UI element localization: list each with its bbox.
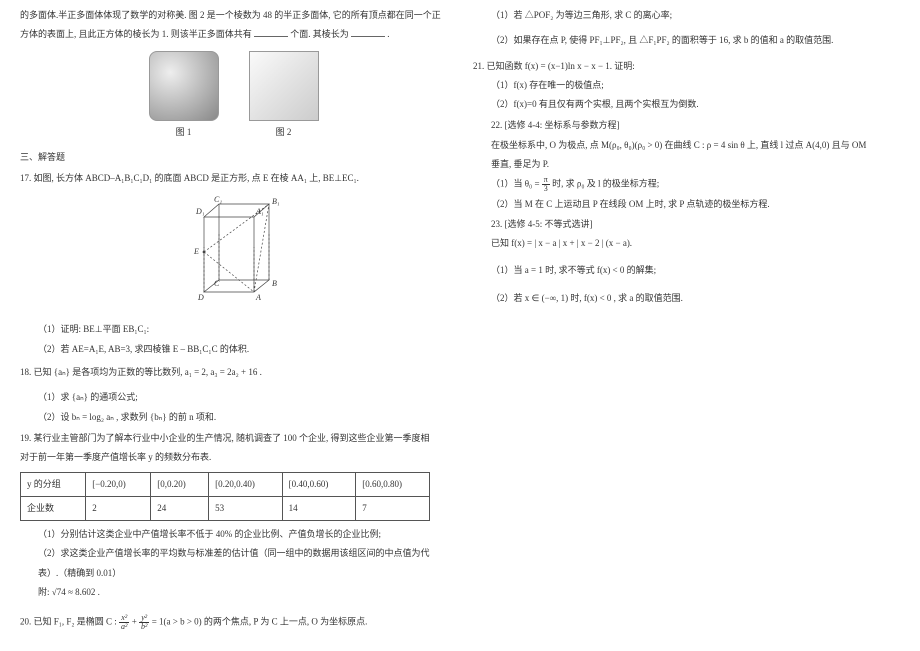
q22-title: 22. [选修 4-4: 坐标系与参数方程]: [473, 118, 900, 133]
blank-edge: [351, 27, 385, 37]
q23-stem: 已知 f(x) = | x − a | x + | x − 2 | (x − a…: [473, 236, 900, 251]
q19-stem-a: 19. 某行业主管部门为了解本行业中小企业的生产情况, 随机调查了 100 个企…: [20, 431, 447, 446]
q19-stem-b: 对于前一年第一季度产值增长率 y 的频数分布表.: [20, 450, 447, 465]
q20-frac1: x² a²: [119, 614, 129, 631]
section-3-title: 三、解答题: [20, 150, 447, 165]
figure-1-image: [149, 51, 219, 121]
svg-text:D₁: D₁: [195, 207, 205, 216]
th-c3: [0.20,0.40): [209, 472, 283, 496]
svg-text:B₁: B₁: [272, 197, 280, 206]
q19-part2b: 表）.（精确到 0.01）: [20, 566, 447, 581]
q21-stem: 21. 已知函数 f(x) = (x−1)ln x − x − 1. 证明:: [473, 59, 900, 74]
q22-frac: π 3: [542, 176, 550, 193]
q20-part2: （2）如果存在点 P, 使得 PF₁⊥PF₂, 且 △F₁PF₂ 的面积等于 1…: [473, 33, 900, 48]
blank-faces: [254, 27, 288, 37]
svg-text:A₁: A₁: [255, 207, 264, 216]
svg-text:E: E: [193, 247, 199, 256]
q22-stem-b: 在极坐标系中, O 为极点, 点 M(ρ₀, θ₀)(ρ₀ > 0) 在曲线 C…: [473, 138, 900, 153]
q20-tail: = 1(a > b > 0) 的两个焦点, P 为 C 上一点, O 为坐标原点…: [152, 617, 368, 627]
figure-1: 图 1: [149, 51, 219, 140]
q20-den2: b²: [139, 623, 149, 631]
svg-text:C: C: [214, 279, 220, 288]
q20-part1: （1）若 △POF₂ 为等边三角形, 求 C 的离心率;: [473, 8, 900, 23]
q20-plus: +: [132, 617, 139, 627]
figure-2-image: [249, 51, 319, 121]
q18-part1: （1）求 {aₙ} 的通项公式;: [20, 390, 447, 405]
q23-part1: （1）当 a = 1 时, 求不等式 f(x) < 0 的解集;: [473, 263, 900, 278]
th-c1: [−0.20,0): [86, 472, 151, 496]
td-label: 企业数: [21, 496, 86, 520]
frequency-table: y 的分组 [−0.20,0) [0,0.20) [0.20,0.40) [0.…: [20, 472, 430, 522]
q19-part2a: （2）求这类企业产值增长率的平均数与标准差的估计值（同一组中的数据用该组区间的中…: [20, 546, 447, 561]
td-c4: 14: [282, 496, 356, 520]
q17-part1: （1）证明: BE⊥平面 EB₁C₁:: [20, 322, 447, 337]
th-c2: [0,0.20): [151, 472, 209, 496]
q18-stem: 18. 已知 {aₙ} 是各项均为正数的等比数列, a₁ = 2, a₃ = 2…: [20, 365, 447, 380]
figure-2-label: 图 2: [249, 125, 319, 140]
table-row: y 的分组 [−0.20,0) [0,0.20) [0.20,0.40) [0.…: [21, 472, 430, 496]
q20-stem-a: 20. 已知 F₁, F₂ 是椭圆 C :: [20, 617, 117, 627]
q20-den1: a²: [119, 623, 129, 631]
th-group: y 的分组: [21, 472, 86, 496]
td-c3: 53: [209, 496, 283, 520]
figure-2: 图 2: [249, 51, 319, 140]
q19-part1: （1）分别估计这类企业中产值增长率不低于 40% 的企业比例、产值负增长的企业比…: [20, 527, 447, 542]
q16-line2b: 个面. 其棱长为: [290, 29, 349, 39]
q23-title: 23. [选修 4-5: 不等式选讲]: [473, 217, 900, 232]
figure-1-label: 图 1: [149, 125, 219, 140]
left-column: 的多面体.半正多面体体现了数学的对称美. 图 2 是一个棱数为 48 的半正多面…: [12, 8, 455, 643]
q21-part2: （2）f(x)=0 有且仅有两个实根, 且两个实根互为倒数.: [473, 97, 900, 112]
svg-text:C₁: C₁: [214, 195, 222, 204]
right-column: （1）若 △POF₂ 为等边三角形, 求 C 的离心率; （2）如果存在点 P,…: [455, 8, 908, 643]
td-c2: 24: [151, 496, 209, 520]
svg-text:B: B: [272, 279, 277, 288]
q21-part1: （1）f(x) 存在唯一的极值点;: [473, 78, 900, 93]
svg-text:D: D: [197, 293, 204, 302]
q20-stem: 20. 已知 F₁, F₂ 是椭圆 C : x² a² + y² b² = 1(…: [20, 614, 447, 631]
td-c1: 2: [86, 496, 151, 520]
table-row: 企业数 2 24 53 14 7: [21, 496, 430, 520]
svg-text:A: A: [255, 293, 261, 302]
q23-part2: （2）若 x ∈ (−∞, 1) 时, f(x) < 0 , 求 a 的取值范围…: [473, 291, 900, 306]
q16-line2: 方体的表面上, 且此正方体的棱长为 1. 则该半正多面体共有 个面. 其棱长为 …: [20, 27, 447, 42]
q16-line2c: .: [387, 29, 389, 39]
q16-line2a: 方体的表面上, 且此正方体的棱长为 1. 则该半正多面体共有: [20, 29, 252, 39]
q19-note: 附: √74 ≈ 8.602 .: [20, 585, 447, 600]
q22-stem-c: 垂直, 垂足为 P.: [473, 157, 900, 172]
q22-den: 3: [542, 185, 550, 193]
td-c5: 7: [356, 496, 430, 520]
th-c4: [0.40,0.60): [282, 472, 356, 496]
q22-part1: （1）当 θ₀ = π 3 时, 求 ρ₀ 及 l 的极坐标方程;: [473, 176, 900, 193]
figure-row: 图 1 图 2: [20, 51, 447, 140]
q22-part2: （2）当 M 在 C 上运动且 P 在线段 OM 上时, 求 P 点轨迹的极坐标…: [473, 197, 900, 212]
th-c5: [0.60,0.80): [356, 472, 430, 496]
q17-part2: （2）若 AE=A₁E, AB=3, 求四棱锥 E – BB₁C₁C 的体积.: [20, 342, 447, 357]
q20-frac2: y² b²: [139, 614, 149, 631]
q17-stem: 17. 如图, 长方体 ABCD–A₁B₁C₁D₁ 的底面 ABCD 是正方形,…: [20, 171, 447, 186]
q18-part2: （2）设 bₙ = log₂ aₙ , 求数列 {bₙ} 的前 n 项和.: [20, 410, 447, 425]
q22-1b: 时, 求 ρ₀ 及 l 的极坐标方程;: [552, 179, 659, 189]
q22-1a: （1）当 θ₀ =: [491, 179, 542, 189]
cuboid-diagram: D A B C D₁ A₁ B₁ C₁ E: [174, 192, 294, 312]
q16-line1: 的多面体.半正多面体体现了数学的对称美. 图 2 是一个棱数为 48 的半正多面…: [20, 8, 447, 23]
